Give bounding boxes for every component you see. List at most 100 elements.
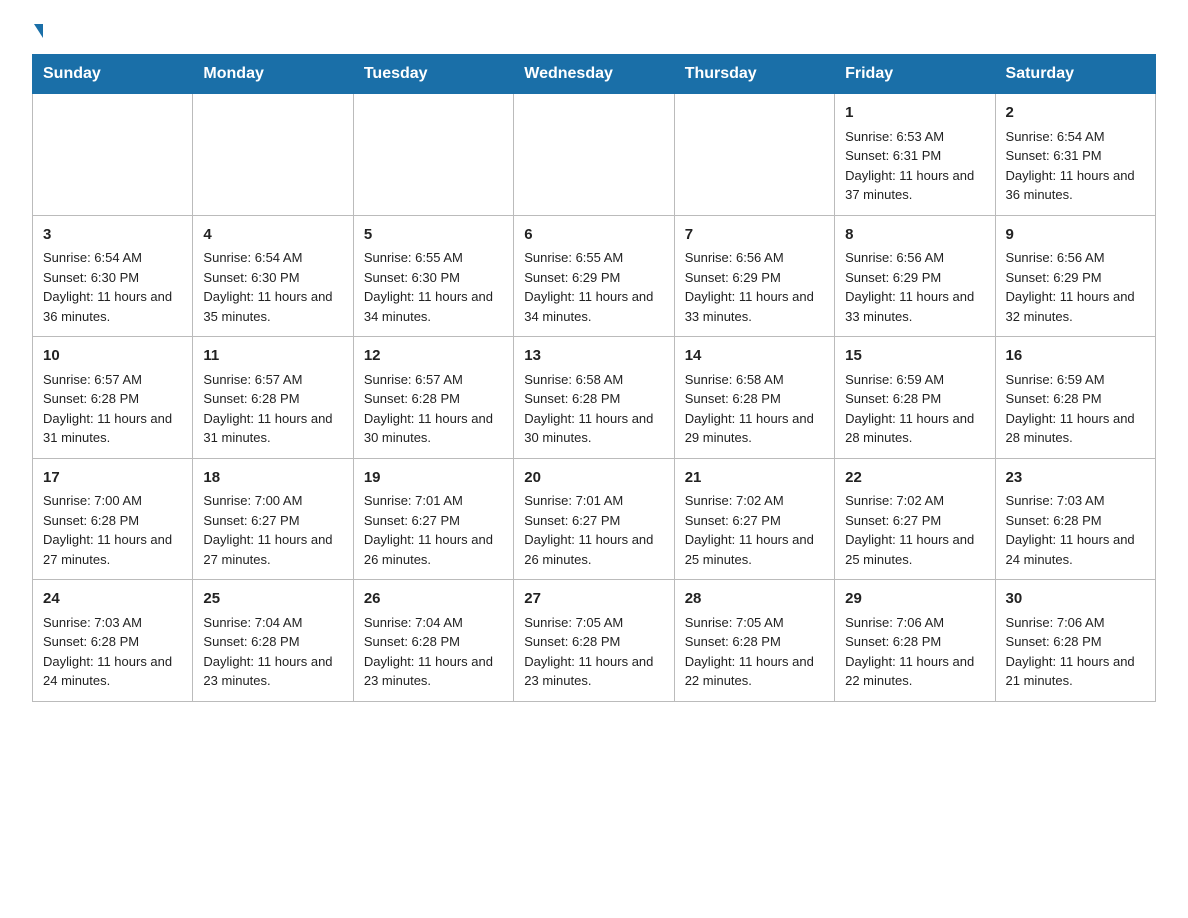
sunrise-text: Sunrise: 7:03 AM [1006, 493, 1105, 508]
sunrise-text: Sunrise: 6:56 AM [845, 250, 944, 265]
day-number: 17 [43, 467, 182, 490]
sunset-text: Sunset: 6:28 PM [685, 634, 781, 649]
calendar-cell: 20Sunrise: 7:01 AMSunset: 6:27 PMDayligh… [514, 458, 674, 580]
daylight-text: Daylight: 11 hours and 28 minutes. [845, 411, 974, 446]
daylight-text: Daylight: 11 hours and 30 minutes. [524, 411, 653, 446]
sunrise-text: Sunrise: 6:59 AM [845, 372, 944, 387]
sunrise-text: Sunrise: 7:06 AM [845, 615, 944, 630]
day-number: 27 [524, 588, 663, 611]
sunset-text: Sunset: 6:31 PM [1006, 148, 1102, 163]
day-number: 11 [203, 345, 342, 368]
calendar-cell: 19Sunrise: 7:01 AMSunset: 6:27 PMDayligh… [353, 458, 513, 580]
calendar-cell: 4 Sunrise: 6:54 AM Sunset: 6:30 PM Daylight… [193, 215, 353, 337]
sunset-text: Sunset: 6:28 PM [364, 391, 460, 406]
calendar-cell: 28Sunrise: 7:05 AMSunset: 6:28 PMDayligh… [674, 580, 834, 702]
sunrise-text: Sunrise: 7:01 AM [364, 493, 463, 508]
header-saturday: Saturday [995, 55, 1155, 94]
daylight-text: Daylight: 11 hours and 31 minutes. [203, 411, 332, 446]
calendar-cell: 24Sunrise: 7:03 AMSunset: 6:28 PMDayligh… [33, 580, 193, 702]
day-number: 29 [845, 588, 984, 611]
day-number: 19 [364, 467, 503, 490]
week-row-2: 3 Sunrise: 6:54 AM Sunset: 6:30 PM Daylight… [33, 215, 1156, 337]
day-number: 12 [364, 345, 503, 368]
sunset-text: Sunset: 6:28 PM [1006, 634, 1102, 649]
calendar-cell: 10Sunrise: 6:57 AMSunset: 6:28 PMDayligh… [33, 337, 193, 459]
sunrise-text: Sunrise: 7:06 AM [1006, 615, 1105, 630]
sunset-text: Sunset: 6:28 PM [43, 513, 139, 528]
calendar-cell: 12Sunrise: 6:57 AMSunset: 6:28 PMDayligh… [353, 337, 513, 459]
sunrise-text: Sunrise: 7:05 AM [524, 615, 623, 630]
sunrise-text: Sunrise: 6:54 AM [203, 250, 302, 265]
daylight-text: Daylight: 11 hours and 24 minutes. [43, 654, 172, 689]
calendar-cell: 6Sunrise: 6:55 AMSunset: 6:29 PMDaylight… [514, 215, 674, 337]
day-number: 22 [845, 467, 984, 490]
sunrise-text: Sunrise: 6:58 AM [524, 372, 623, 387]
calendar-cell: 13Sunrise: 6:58 AMSunset: 6:28 PMDayligh… [514, 337, 674, 459]
daylight-text: Daylight: 11 hours and 23 minutes. [203, 654, 332, 689]
header-thursday: Thursday [674, 55, 834, 94]
calendar-cell: 23Sunrise: 7:03 AMSunset: 6:28 PMDayligh… [995, 458, 1155, 580]
day-number: 3 [43, 224, 182, 247]
week-row-1: 1Sunrise: 6:53 AMSunset: 6:31 PMDaylight… [33, 94, 1156, 216]
calendar-cell [33, 94, 193, 216]
logo-triangle-icon [34, 24, 43, 38]
week-row-3: 10 Sunrise: 6:57 AM Sunset: 6:28 PM Dayligh… [33, 337, 1156, 459]
header-monday: Monday [193, 55, 353, 94]
sunset-text: Sunset: 6:27 PM [685, 513, 781, 528]
day-number: 10 [43, 345, 182, 368]
day-number: 21 [685, 467, 824, 490]
sunrise-text: Sunrise: 7:00 AM [43, 493, 142, 508]
sunset-text: Sunset: 6:28 PM [203, 634, 299, 649]
calendar-cell: 7Sunrise: 6:56 AMSunset: 6:29 PMDaylight… [674, 215, 834, 337]
sunset-text: Sunset: 6:28 PM [43, 634, 139, 649]
daylight-text: Daylight: 11 hours and 22 minutes. [685, 654, 814, 689]
sunset-text: Sunset: 6:29 PM [1006, 270, 1102, 285]
calendar-cell: 26Sunrise: 7:04 AMSunset: 6:28 PMDayligh… [353, 580, 513, 702]
daylight-text: Daylight: 11 hours and 27 minutes. [43, 532, 172, 567]
header-wednesday: Wednesday [514, 55, 674, 94]
sunrise-text: Sunrise: 6:57 AM [203, 372, 302, 387]
daylight-text: Daylight: 11 hours and 35 minutes. [203, 289, 332, 324]
calendar-cell: 21Sunrise: 7:02 AMSunset: 6:27 PMDayligh… [674, 458, 834, 580]
sunset-text: Sunset: 6:28 PM [43, 391, 139, 406]
daylight-text: Daylight: 11 hours and 25 minutes. [685, 532, 814, 567]
daylight-text: Daylight: 11 hours and 26 minutes. [524, 532, 653, 567]
day-number: 16 [1006, 345, 1145, 368]
calendar-table: SundayMondayTuesdayWednesdayThursdayFrid… [32, 54, 1156, 702]
sunset-text: Sunset: 6:28 PM [524, 391, 620, 406]
sunset-text: Sunset: 6:28 PM [685, 391, 781, 406]
sunrise-text: Sunrise: 7:01 AM [524, 493, 623, 508]
sunset-text: Sunset: 6:31 PM [845, 148, 941, 163]
calendar-header-row: SundayMondayTuesdayWednesdayThursdayFrid… [33, 55, 1156, 94]
header-sunday: Sunday [33, 55, 193, 94]
sunrise-text: Sunrise: 6:53 AM [845, 129, 944, 144]
day-number: 4 [203, 224, 342, 247]
day-number: 6 [524, 224, 663, 247]
sunrise-text: Sunrise: 6:59 AM [1006, 372, 1105, 387]
daylight-text: Daylight: 11 hours and 25 minutes. [845, 532, 974, 567]
daylight-text: Daylight: 11 hours and 33 minutes. [685, 289, 814, 324]
day-number: 23 [1006, 467, 1145, 490]
calendar-cell [193, 94, 353, 216]
daylight-text: Daylight: 11 hours and 27 minutes. [203, 532, 332, 567]
calendar-cell: 2Sunrise: 6:54 AMSunset: 6:31 PMDaylight… [995, 94, 1155, 216]
day-number: 5 [364, 224, 503, 247]
sunset-text: Sunset: 6:28 PM [845, 391, 941, 406]
daylight-text: Daylight: 11 hours and 21 minutes. [1006, 654, 1135, 689]
day-number: 26 [364, 588, 503, 611]
sunrise-text: Sunrise: 6:56 AM [1006, 250, 1105, 265]
calendar-cell: 1Sunrise: 6:53 AMSunset: 6:31 PMDaylight… [835, 94, 995, 216]
sunset-text: Sunset: 6:30 PM [203, 270, 299, 285]
sunrise-text: Sunrise: 6:55 AM [524, 250, 623, 265]
sunrise-text: Sunrise: 6:54 AM [43, 250, 142, 265]
sunset-text: Sunset: 6:29 PM [845, 270, 941, 285]
sunrise-text: Sunrise: 6:56 AM [685, 250, 784, 265]
sunrise-text: Sunrise: 7:04 AM [203, 615, 302, 630]
daylight-text: Daylight: 11 hours and 31 minutes. [43, 411, 172, 446]
logo [32, 24, 43, 38]
day-number: 25 [203, 588, 342, 611]
sunrise-text: Sunrise: 7:02 AM [845, 493, 944, 508]
daylight-text: Daylight: 11 hours and 26 minutes. [364, 532, 493, 567]
day-number: 7 [685, 224, 824, 247]
daylight-text: Daylight: 11 hours and 36 minutes. [1006, 168, 1135, 203]
